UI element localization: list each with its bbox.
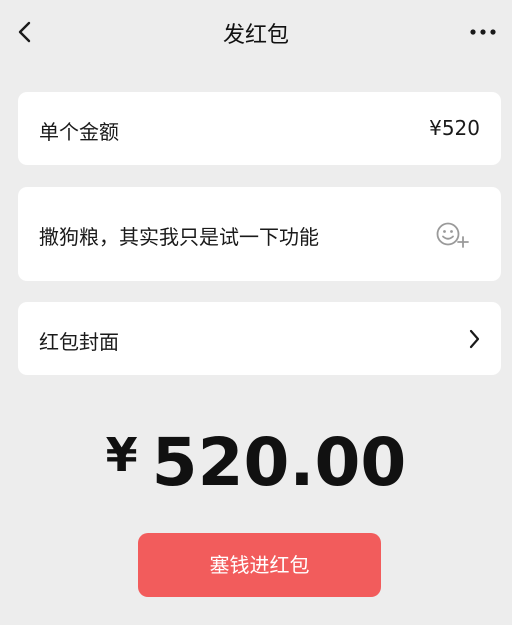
message-row[interactable]: 撒狗粮，其实我只是试一下功能 — [18, 187, 501, 281]
cover-row[interactable]: 红包封面 — [18, 302, 501, 375]
emoji-add-icon — [436, 222, 469, 248]
currency-symbol: ¥ — [105, 428, 138, 482]
amount-label: 单个金额 — [39, 120, 119, 144]
amount-input[interactable]: ¥520 — [429, 116, 480, 140]
submit-button[interactable]: 塞钱进红包 — [138, 533, 381, 597]
amount-row[interactable]: 单个金额 ¥520 — [18, 92, 501, 165]
more-dots-icon — [470, 29, 496, 35]
cover-label: 红包封面 — [39, 330, 119, 354]
chevron-right-icon — [469, 329, 480, 349]
emoji-button[interactable] — [435, 220, 471, 250]
message-input[interactable]: 撒狗粮，其实我只是试一下功能 — [39, 221, 419, 250]
total-amount: ¥520.00 — [0, 430, 512, 496]
more-options-button[interactable] — [468, 20, 498, 44]
top-nav-bar: 发红包 — [0, 0, 512, 64]
total-amount-value: 520.00 — [151, 424, 407, 501]
page-title: 发红包 — [222, 23, 289, 48]
